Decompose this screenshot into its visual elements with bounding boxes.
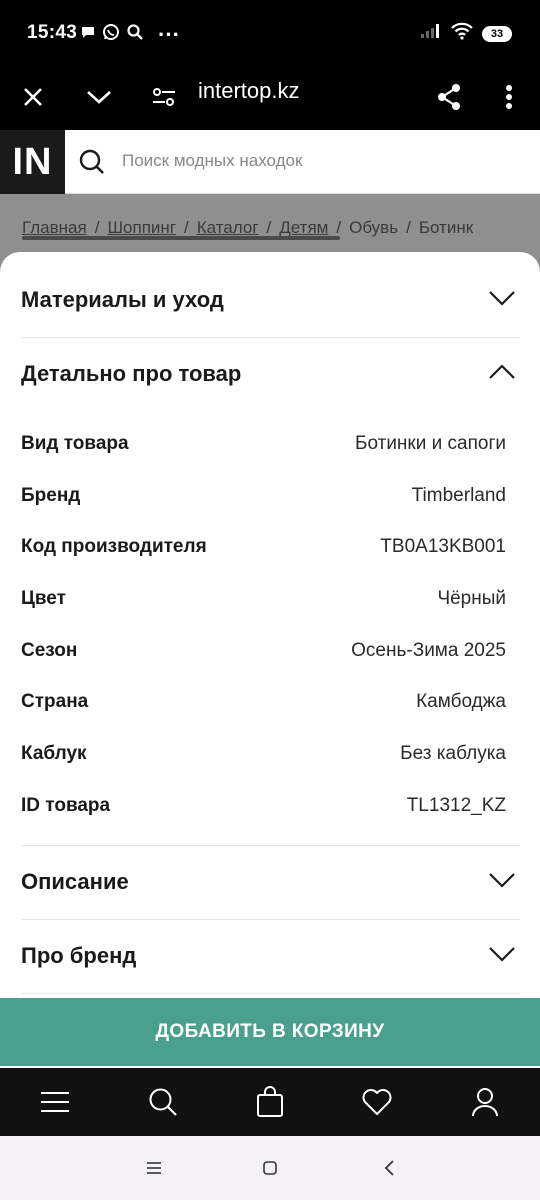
share-icon[interactable] [428,76,470,118]
breadcrumb-item[interactable]: Главная [22,218,87,238]
detail-label: Каблук [21,743,87,764]
detail-value: Осень-Зима 2025 [351,640,506,661]
accordion-title: Детально про товар [21,361,242,386]
detail-value: TL1312_KZ [406,795,506,816]
detail-value: Чёрный [437,588,506,609]
accordion-title: Материалы и уход [21,287,224,312]
whatsapp-icon [102,23,120,46]
home-icon[interactable] [258,1156,282,1180]
wifi-icon [450,22,474,45]
detail-label: Цвет [21,588,66,609]
breadcrumb: Главная / Шоппинг / Каталог / Детям / Об… [22,218,473,238]
breadcrumb-item[interactable]: Детям [279,218,328,238]
search-input[interactable]: Поиск модных находок [122,151,302,171]
heart-icon[interactable] [359,1084,395,1120]
more-dots-icon: ··· [158,21,180,47]
breadcrumb-separator: / [183,218,189,237]
detail-label: Сезон [21,640,78,661]
chat-bubble-icon [80,24,96,45]
chevron-up-icon [488,363,516,386]
url-text[interactable]: intertop.kz [198,78,300,104]
breadcrumb-item[interactable]: Обувь [349,218,398,238]
chevron-down-icon [488,871,516,894]
detail-label: Код производителя [21,536,207,557]
breadcrumb-scrollbar[interactable] [22,236,340,240]
breadcrumb-item[interactable]: Шоппинг [107,218,176,238]
search-icon[interactable] [145,1084,181,1120]
notification-icons: ··· [80,23,180,46]
detail-row: Бренд Timberland [21,485,506,511]
browser-toolbar: intertop.kz [0,64,540,130]
detail-row: ID товара TL1312_KZ [21,795,506,821]
chevron-down-icon [488,945,516,968]
profile-icon[interactable] [467,1084,503,1120]
detail-label: Страна [21,691,89,712]
accordion-materials[interactable]: Материалы и уход [21,264,520,338]
status-right: 33 [420,22,512,45]
close-icon[interactable] [12,76,54,118]
breadcrumb-item[interactable]: Каталог [197,218,259,238]
detail-value: Камбоджа [416,691,506,712]
detail-label: ID товара [21,795,111,816]
detail-value: Timberland [411,485,506,506]
back-icon[interactable] [377,1156,401,1180]
site-header: IN Поиск модных находок [0,130,540,194]
detail-row: Каблук Без каблука [21,743,506,769]
signal-icon [420,23,442,44]
detail-value: TB0A13KB001 [380,536,506,557]
search-icon [126,23,144,46]
detail-row: Страна Камбоджа [21,691,506,717]
breadcrumb-separator: / [266,218,272,237]
detail-value: Без каблука [400,743,506,764]
detail-row: Вид товара Ботинки и сапоги [21,433,506,459]
breadcrumb-separator: / [336,218,342,237]
detail-value: Ботинки и сапоги [355,433,506,454]
accordion-title: Про бренд [21,943,137,968]
system-navigation [0,1136,540,1200]
chevron-down-icon[interactable] [78,76,120,118]
detail-row: Сезон Осень-Зима 2025 [21,640,506,666]
add-to-cart-button[interactable]: ДОБАВИТЬ В КОРЗИНУ [0,998,540,1066]
chevron-down-icon [488,289,516,312]
recents-icon[interactable] [142,1156,166,1180]
accordion-title: Описание [21,869,129,894]
bottom-navigation [0,1068,540,1136]
breadcrumb-item[interactable]: Ботинк [419,218,473,238]
detail-row: Цвет Чёрный [21,588,506,614]
detail-label: Бренд [21,485,81,506]
detail-label: Вид товара [21,433,129,454]
accordion-description[interactable]: Описание [21,846,520,920]
status-time: 15:43 [27,22,78,43]
site-settings-icon[interactable] [143,76,185,118]
breadcrumb-separator: / [406,218,411,237]
search-icon[interactable] [78,148,106,181]
shopping-bag-icon[interactable] [252,1084,288,1120]
breadcrumb-separator: / [94,218,100,237]
accordion-details[interactable]: Детально про товар [21,338,520,412]
menu-icon[interactable] [37,1084,73,1120]
battery-indicator: 33 [482,25,512,42]
status-bar: 15:43 ··· 33 [0,0,540,64]
accordion-brand[interactable]: Про бренд [21,920,520,994]
detail-row: Код производителя TB0A13KB001 [21,536,506,562]
menu-dots-icon[interactable] [488,76,530,118]
site-logo[interactable]: IN [0,130,65,194]
product-info-sheet: Материалы и уход Детально про товар Вид … [0,252,540,1068]
